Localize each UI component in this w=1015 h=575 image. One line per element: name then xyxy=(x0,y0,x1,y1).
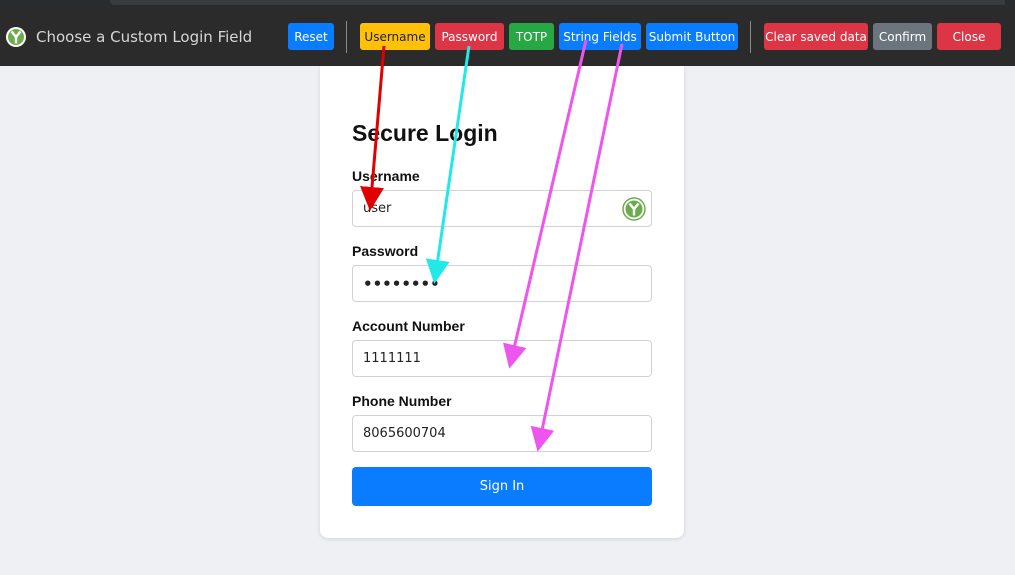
confirm-button[interactable]: Confirm xyxy=(873,23,932,50)
browser-tab-strip xyxy=(0,0,1015,8)
close-button[interactable]: Close xyxy=(937,23,1001,50)
keepassxc-field-icon[interactable] xyxy=(622,197,646,221)
password-value: •••••••• xyxy=(363,274,440,293)
phone-number-label: Phone Number xyxy=(352,393,452,409)
toolbar-title: Choose a Custom Login Field xyxy=(36,28,253,46)
phone-number-value: 8065600704 xyxy=(363,426,446,441)
toolbar-divider xyxy=(750,21,751,53)
clear-saved-data-button[interactable]: Clear saved data xyxy=(764,23,868,50)
password-label: Password xyxy=(352,243,419,259)
password-button[interactable]: Password xyxy=(435,23,504,50)
login-field-toolbar: Choose a Custom Login Field Reset Userna… xyxy=(0,8,1015,66)
string-fields-button[interactable]: String Fields xyxy=(559,23,641,50)
username-label: Username xyxy=(352,168,420,184)
login-card: Secure Login Username user Password ••••… xyxy=(320,66,684,538)
keepassxc-logo-icon xyxy=(6,27,26,47)
phone-number-input[interactable]: 8065600704 xyxy=(352,415,652,452)
password-input[interactable]: •••••••• xyxy=(352,265,652,302)
reset-button[interactable]: Reset xyxy=(288,23,334,50)
page-title: Secure Login xyxy=(352,120,498,146)
submit-button-button[interactable]: Submit Button xyxy=(646,23,738,50)
account-number-value: 1111111 xyxy=(363,351,421,366)
username-button[interactable]: Username xyxy=(360,23,430,50)
account-number-label: Account Number xyxy=(352,318,465,334)
sign-in-button[interactable]: Sign In xyxy=(352,467,652,506)
browser-tab xyxy=(110,0,1005,5)
account-number-input[interactable]: 1111111 xyxy=(352,340,652,377)
totp-button[interactable]: TOTP xyxy=(509,23,554,50)
username-input[interactable]: user xyxy=(352,190,652,227)
toolbar-divider xyxy=(346,21,347,53)
username-value: user xyxy=(363,201,392,216)
